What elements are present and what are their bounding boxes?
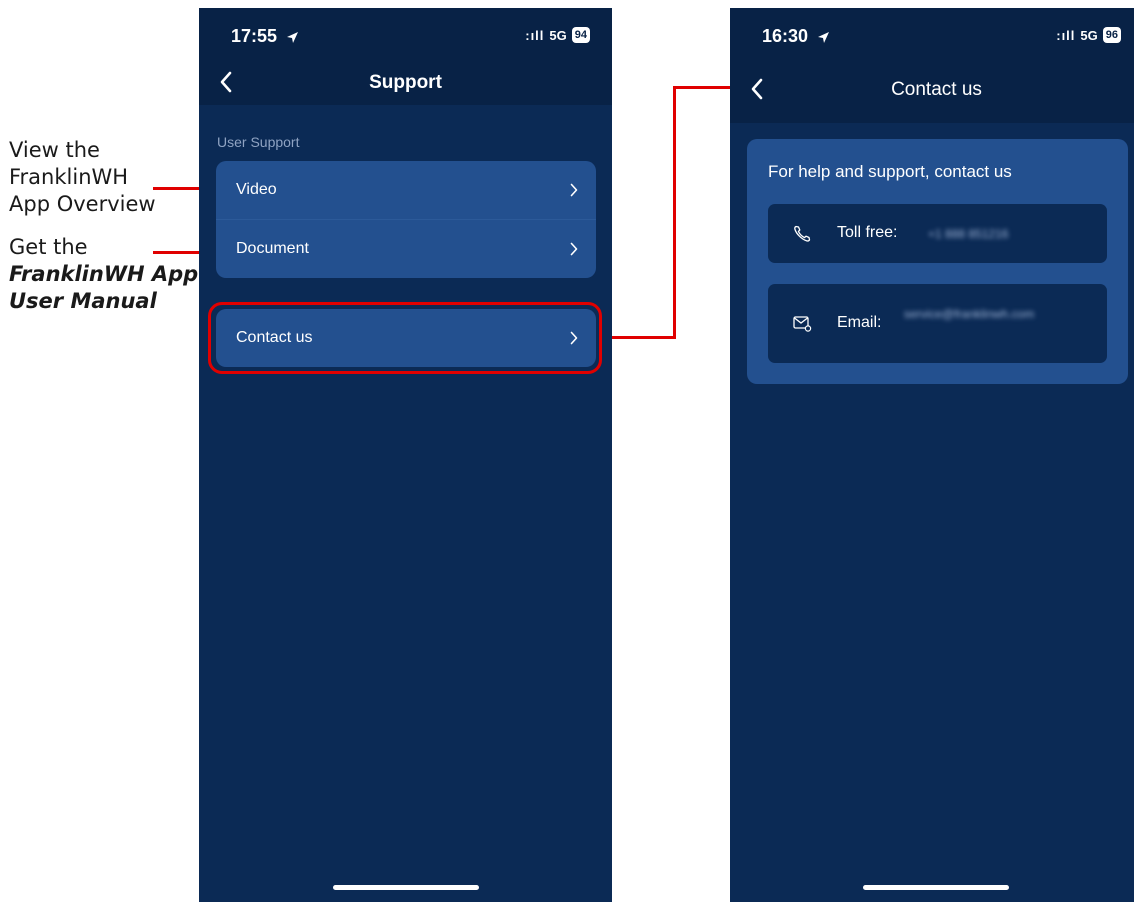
contact-screen: 16:30 :ıll 5G 96 Contact us For help and… <box>730 8 1134 902</box>
status-right: :ıll 5G 96 <box>1056 27 1121 43</box>
document-annotation: Get the FranklinWH App User Manual <box>9 234 198 315</box>
contact-us-highlight <box>208 302 602 374</box>
document-annotation-line3: User Manual <box>9 289 157 313</box>
time-text: 17:55 <box>231 26 278 46</box>
user-support-group: Video Document <box>216 161 596 278</box>
status-bar: 17:55 :ıll 5G 94 <box>199 26 612 48</box>
video-item-label: Video <box>236 181 277 198</box>
document-item-label: Document <box>236 240 309 257</box>
location-arrow-icon <box>287 31 299 43</box>
status-right: :ıll 5G 94 <box>525 27 590 43</box>
video-annotation-line2: FranklinWH <box>9 165 129 189</box>
battery-badge: 94 <box>571 27 590 43</box>
email-label: Email: <box>837 314 882 331</box>
page-title: Support <box>369 72 442 93</box>
phone-icon <box>794 225 811 242</box>
video-item[interactable]: Video <box>216 161 596 219</box>
document-annotation-line1: Get the <box>9 235 88 259</box>
home-indicator[interactable] <box>333 885 479 890</box>
toll-free-box[interactable]: Toll free: +1 888 851216 <box>768 204 1107 263</box>
video-annotation-line3: App Overview <box>9 192 156 216</box>
toll-free-label: Toll free: <box>837 224 898 241</box>
contact-top-bar: 16:30 :ıll 5G 96 Contact us <box>730 8 1134 123</box>
connector-line-vertical <box>673 86 676 339</box>
signal-icon: :ıll <box>525 27 545 43</box>
connector-line-horizontal-1 <box>602 336 676 339</box>
signal-icon: :ıll <box>1056 27 1076 43</box>
page-title: Contact us <box>891 79 982 100</box>
home-indicator[interactable] <box>863 885 1009 890</box>
email-address-blurred[interactable]: service@franklinwh.com <box>904 304 1094 324</box>
time-text: 16:30 <box>762 26 809 46</box>
status-time: 17:55 <box>231 26 299 47</box>
status-time: 16:30 <box>762 26 830 47</box>
contact-card-title: For help and support, contact us <box>768 162 1012 181</box>
section-label-user-support: User Support <box>217 134 300 150</box>
video-annotation-line1: View the <box>9 138 100 162</box>
contact-card: For help and support, contact us Toll fr… <box>747 139 1128 384</box>
document-annotation-line2: FranklinWH App <box>9 262 199 286</box>
toll-free-number-blurred[interactable]: +1 888 851216 <box>928 227 1008 241</box>
chevron-right-icon <box>570 183 578 197</box>
video-annotation: View the FranklinWH App Overview <box>9 137 156 218</box>
support-top-bar: 17:55 :ıll 5G 94 Support <box>199 8 612 105</box>
network-type: 5G <box>1080 27 1098 43</box>
support-screen: 17:55 :ıll 5G 94 Support User Support Vi… <box>199 8 612 902</box>
network-type: 5G <box>549 27 567 43</box>
battery-badge: 96 <box>1102 27 1121 43</box>
document-item[interactable]: Document <box>216 219 596 278</box>
location-arrow-icon <box>818 31 830 43</box>
chevron-right-icon <box>570 242 578 256</box>
mail-icon <box>793 316 812 332</box>
status-bar: 16:30 :ıll 5G 96 <box>730 26 1134 48</box>
email-box[interactable]: Email: service@franklinwh.com <box>768 284 1107 363</box>
